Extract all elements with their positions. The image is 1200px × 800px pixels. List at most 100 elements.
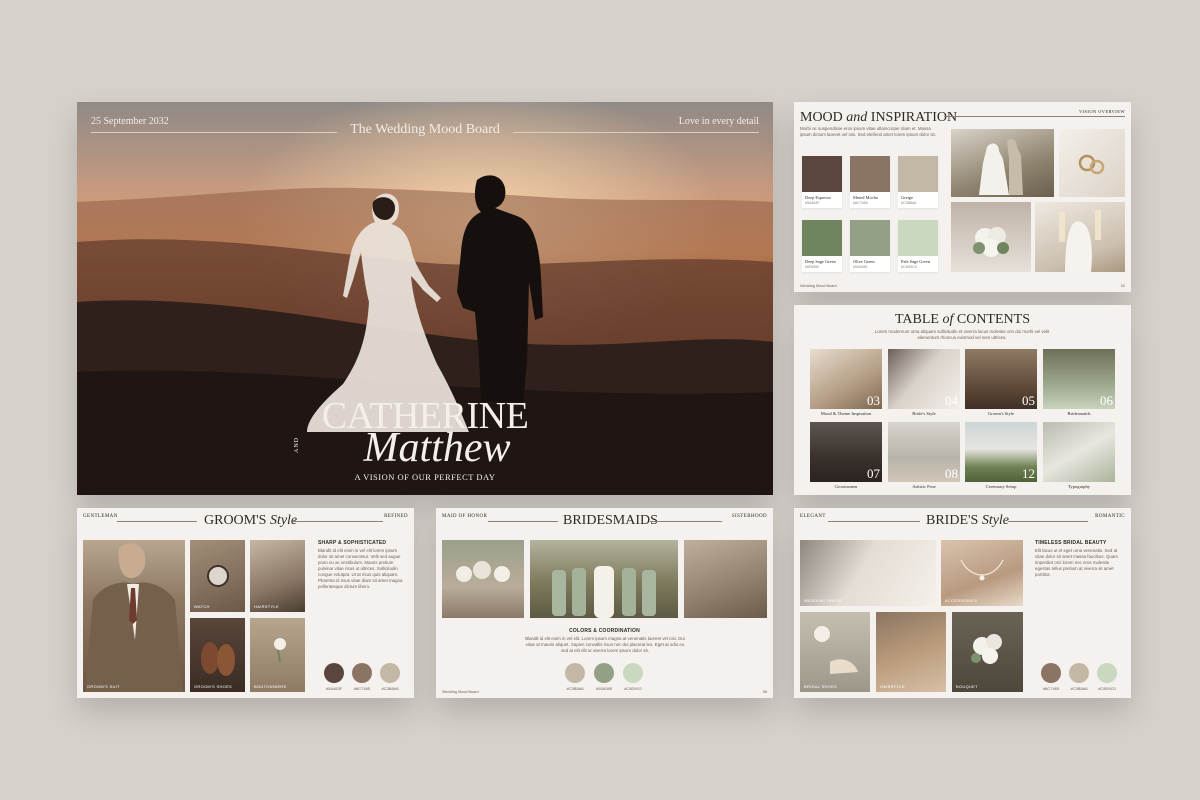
bridesmaids-photo-bouquets xyxy=(442,540,524,618)
bride-swatch-hex-3: #C8D9C0 xyxy=(1098,686,1116,691)
mood-photo-bouquet xyxy=(951,202,1031,272)
toc-thumb-8[interactable] xyxy=(1043,422,1115,482)
toc-number: 03 xyxy=(867,393,880,408)
toc-thumb-6[interactable]: 08 xyxy=(888,422,960,482)
mood-footer-left: Wedding Mood Board xyxy=(800,284,837,288)
toc-label-4[interactable]: Bridesmaids xyxy=(1043,411,1115,416)
toc-body: Lorem modernum urna aliquam sollicitudin… xyxy=(874,329,1050,340)
swatch-hex: #6F8560 xyxy=(805,265,820,269)
groom-photo-boutonniere: BOUTONNIERE xyxy=(250,618,305,692)
toc-label-1[interactable]: Mood & Theme Inspiration xyxy=(810,411,882,416)
toc-label-3[interactable]: Groom's Style xyxy=(965,411,1037,416)
toc-number: 07 xyxy=(867,466,880,481)
bridesmaids-photo-group xyxy=(530,540,678,618)
mood-rule xyxy=(944,116,1125,117)
bride-photo-dress: WEDDING DRESS xyxy=(800,540,936,606)
toc-thumb-4[interactable]: 06 xyxy=(1043,349,1115,409)
groom-subheading: SHARP & SOPHISTICATED xyxy=(318,540,387,546)
groom-swatch-2 xyxy=(352,663,372,683)
bridesmaids-swatch-2 xyxy=(594,663,614,683)
bridesmaids-title: BRIDESMAIDS xyxy=(563,513,658,528)
swatch-color xyxy=(850,156,890,192)
groom-swatch-1 xyxy=(324,663,344,683)
swatch-hex: #5A463F xyxy=(805,201,820,205)
swatch-name: Deep Sage Green xyxy=(805,259,836,264)
mood-swatch-4: Deep Sage Green #6F8560 xyxy=(802,220,842,272)
hero-slide[interactable]: 25 September 2032 The Wedding Mood Board… xyxy=(77,102,773,495)
toc-label-2[interactable]: Bride's Style xyxy=(888,411,960,416)
hero-and: AND xyxy=(294,437,300,453)
bridesmaids-slide[interactable]: MAID OF HONOR SISTERHOOD BRIDESMAIDS COL… xyxy=(436,508,773,698)
bride-corner-left: ELEGANT xyxy=(800,514,826,519)
groom-swatch-hex-2: #8C7465 xyxy=(353,686,371,691)
mood-body: Morbi ac suspendisse eros ipsum vitae ul… xyxy=(800,126,936,137)
bridesmaids-footer-right: 06 xyxy=(762,690,767,694)
bridesmaids-swatch-hex-1: #C3B8A6 xyxy=(566,686,584,691)
bride-body: Elit lacus ut et eget urna venenatis. Se… xyxy=(1035,548,1118,577)
toc-number: 06 xyxy=(1100,393,1113,408)
groom-corner-right: REFINED xyxy=(384,514,408,519)
swatch-name: Greige xyxy=(901,195,913,200)
toc-thumb-7[interactable]: 12 xyxy=(965,422,1037,482)
bridesmaids-swatch-hex-3: #C8D9C0 xyxy=(624,686,642,691)
toc-number: 12 xyxy=(1022,466,1035,481)
toc-label-7[interactable]: Ceremony Setup xyxy=(965,484,1037,489)
swatch-hex: #93A085 xyxy=(853,265,868,269)
hero-date: 25 September 2032 xyxy=(91,116,169,127)
bridesmaids-subheading: COLORS & COORDINATION xyxy=(569,628,640,634)
groom-swatch-hex-1: #5A463F xyxy=(325,686,343,691)
mood-swatch-5: Olive Green #93A085 xyxy=(850,220,890,272)
mood-swatch-2: Muted Mocha #8C7465 xyxy=(850,156,890,208)
mood-photo-toast xyxy=(1035,202,1125,272)
bridesmaids-swatch-hex-2: #93A085 xyxy=(595,686,612,691)
toc-number: 04 xyxy=(945,393,958,408)
toc-slide[interactable]: TABLE of CONTENTS Lorem modernum urna al… xyxy=(794,305,1131,495)
bride-swatch-hex-2: #C3B8A6 xyxy=(1070,686,1088,691)
toc-thumb-2[interactable]: 04 xyxy=(888,349,960,409)
toc-thumb-1[interactable]: 03 xyxy=(810,349,882,409)
bride-caption-5: BOUQUET xyxy=(956,684,978,689)
groom-corner-left: GENTLEMAN xyxy=(83,514,118,519)
hero-tagline: Love in every detail xyxy=(678,116,759,127)
groom-caption-2: WATCH xyxy=(194,604,210,609)
swatch-color xyxy=(802,156,842,192)
bride-corner-right: ROMANTIC xyxy=(1095,514,1125,519)
toc-thumb-5[interactable]: 07 xyxy=(810,422,882,482)
bride-caption-4: HAIRSTYLE xyxy=(880,684,905,689)
groom-photo-hair: HAIRSTYLE xyxy=(250,540,305,612)
bride-title: BRIDE'S Style xyxy=(926,513,1010,528)
mood-swatch-6: Pale Sage Green #C8D9C0 xyxy=(898,220,938,272)
mood-footer-right: 02 xyxy=(1120,284,1125,288)
groom-photo-suit: GROOM'S SUIT xyxy=(83,540,185,692)
bride-swatch-1 xyxy=(1041,663,1061,683)
swatch-hex: #C3B8A6 xyxy=(901,201,917,205)
groom-rule-left xyxy=(117,521,197,522)
toc-thumb-3[interactable]: 05 xyxy=(965,349,1037,409)
swatch-name: Deep Espresso xyxy=(805,195,831,200)
bride-slide[interactable]: ELEGANT ROMANTIC BRIDE'S Style WEDDING D… xyxy=(794,508,1131,698)
bride-photo-hair: HAIRSTYLE xyxy=(876,612,946,692)
mood-photo-couple xyxy=(951,129,1054,197)
bride-rule-left xyxy=(828,521,920,522)
toc-title: TABLE of CONTENTS xyxy=(895,312,1030,327)
groom-caption-1: GROOM'S SUIT xyxy=(87,684,120,689)
hero-rule-left xyxy=(91,132,337,133)
toc-label-6[interactable]: Artistic Pose xyxy=(888,484,960,489)
bride-swatch-3 xyxy=(1097,663,1117,683)
bride-swatch-hex-1: #8C7465 xyxy=(1042,686,1060,691)
mood-slide[interactable]: MOOD and INSPIRATION VISION OVERVIEW Mor… xyxy=(794,102,1131,292)
toc-label-8[interactable]: Typography xyxy=(1043,484,1115,489)
hero-name-second: Matthew xyxy=(363,425,511,471)
groom-swatch-3 xyxy=(380,663,400,683)
swatch-color xyxy=(898,220,938,256)
groom-slide[interactable]: GENTLEMAN REFINED GROOM'S Style GROOM'S … xyxy=(77,508,414,698)
swatch-hex: #C8D9C0 xyxy=(901,265,917,269)
bridesmaids-footer-left: Wedding Mood Board xyxy=(442,690,479,694)
bridesmaids-swatch-3 xyxy=(623,663,643,683)
groom-caption-4: GROOM'S SHOES xyxy=(194,684,233,689)
mood-swatch-1: Deep Espresso #5A463F xyxy=(802,156,842,208)
toc-label-5[interactable]: Groomsmen xyxy=(810,484,882,489)
bride-photo-bouquet: BOUQUET xyxy=(952,612,1023,692)
mood-title: MOOD and INSPIRATION xyxy=(800,110,958,125)
swatch-name: Olive Green xyxy=(853,259,875,264)
